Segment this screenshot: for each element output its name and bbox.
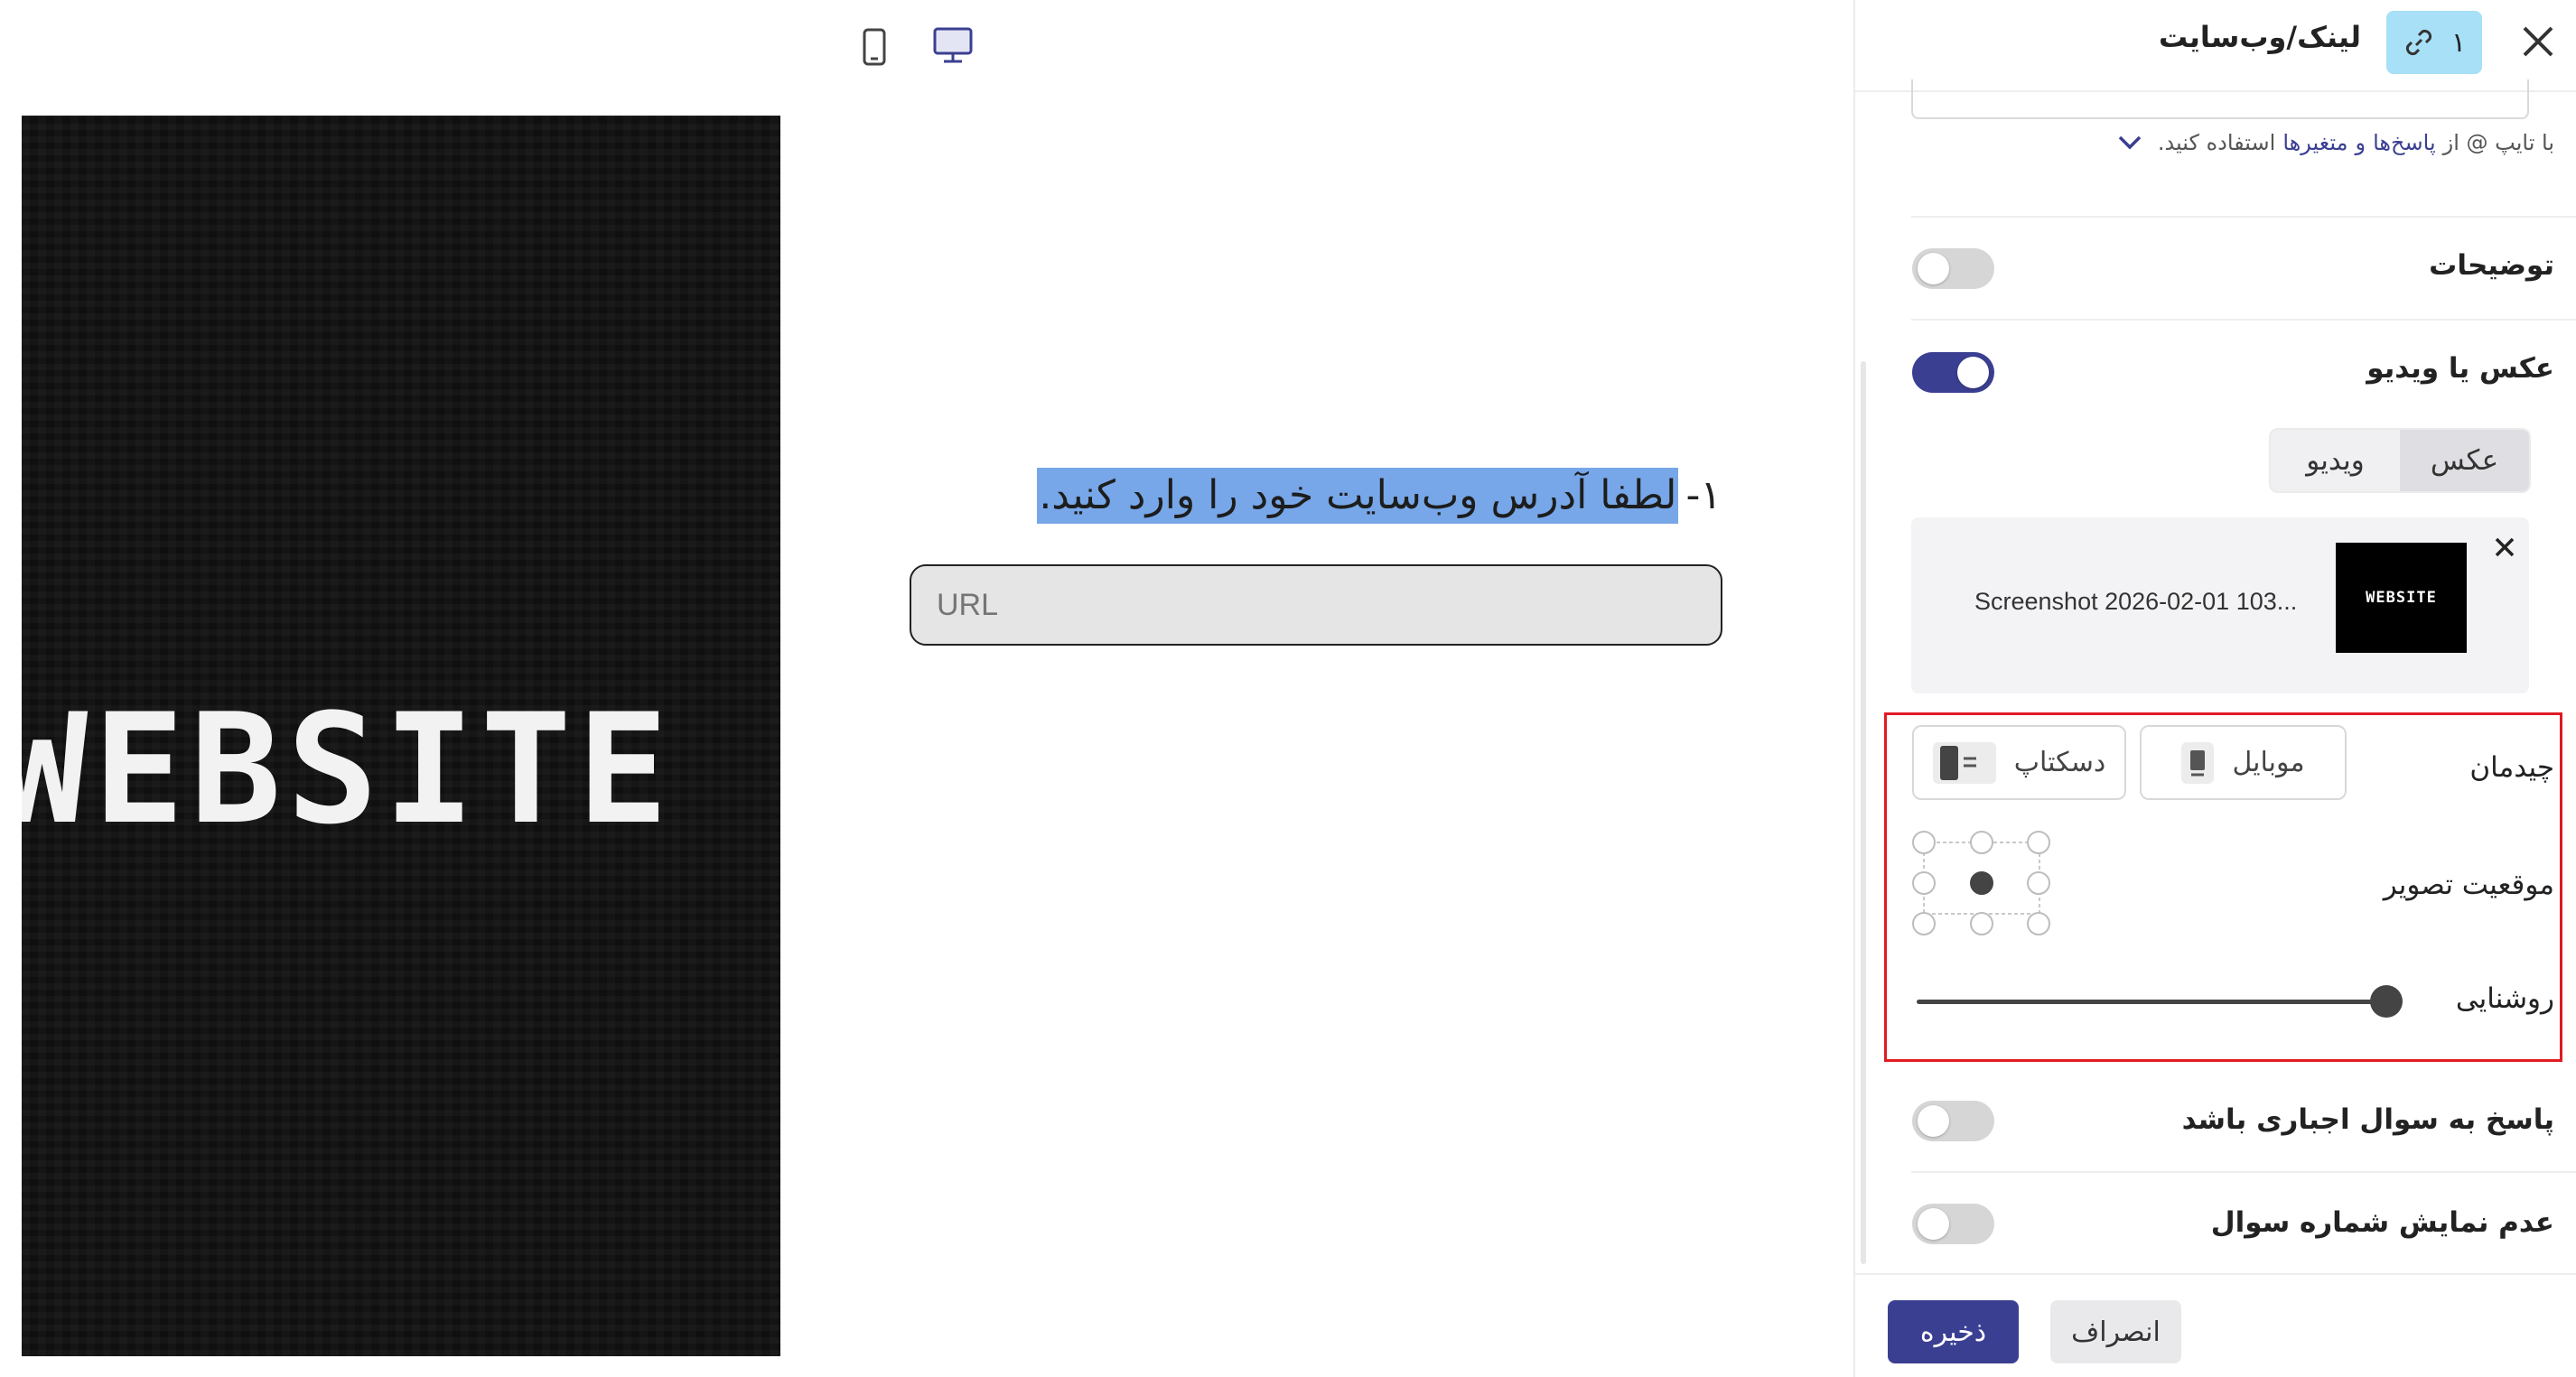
- file-thumbnail: WEBSITE: [2336, 543, 2467, 653]
- position-bottom-center[interactable]: [1970, 912, 1993, 935]
- image-position-grid: [1912, 831, 2052, 935]
- desktop-layout-icon: [1932, 741, 1996, 784]
- chevron-down-icon[interactable]: [2116, 134, 2143, 152]
- panel-title: لینک/وب‌سایت: [2158, 20, 2361, 54]
- hint-variables-link[interactable]: متغیرها: [2282, 130, 2347, 155]
- media-type-tabs: ویدیو عکس: [2269, 428, 2531, 493]
- tab-video[interactable]: ویدیو: [2271, 430, 2400, 491]
- hide-number-label: عدم نمایش شماره سوال: [2210, 1206, 2554, 1239]
- brightness-slider-handle[interactable]: [2370, 985, 2403, 1018]
- badge-number: ۱: [2450, 26, 2467, 59]
- hint-suffix: استفاده کنید.: [2157, 130, 2276, 155]
- hint-conjunction: و: [2355, 130, 2366, 155]
- brightness-slider-track[interactable]: [1917, 1000, 2386, 1004]
- required-toggle[interactable]: [1912, 1101, 1994, 1141]
- position-top-left[interactable]: [1912, 831, 1936, 854]
- desktop-icon: [933, 27, 973, 63]
- hint-prefix: با تایپ @ از: [2442, 130, 2554, 155]
- link-icon: [2405, 29, 2431, 56]
- position-middle-left[interactable]: [1912, 871, 1936, 895]
- position-middle-right[interactable]: [2027, 871, 2050, 895]
- layout-label: چیدمان: [2469, 751, 2554, 784]
- description-label: توضیحات: [2429, 249, 2554, 282]
- close-icon: [2495, 537, 2515, 557]
- mobile-preview-button[interactable]: [847, 20, 901, 74]
- brightness-label: روشنایی: [2455, 982, 2554, 1015]
- mobile-icon: [863, 28, 886, 66]
- question-number: ۱-: [1685, 472, 1722, 518]
- mobile-layout-icon: [2181, 741, 2215, 784]
- remove-file-button[interactable]: [2489, 532, 2520, 563]
- position-bottom-left[interactable]: [1912, 912, 1936, 935]
- layout-desktop-label: دسکتاپ: [2013, 747, 2106, 778]
- cancel-button[interactable]: انصراف: [2050, 1300, 2181, 1363]
- required-label: پاسخ به سوال اجباری باشد: [2181, 1103, 2554, 1136]
- footer-divider: [1855, 1273, 2576, 1275]
- media-label: عکس یا ویدیو: [2366, 352, 2554, 385]
- layout-desktop-button[interactable]: دسکتاپ: [1912, 725, 2126, 800]
- question-text[interactable]: لطفا آدرس وب‌سایت خود را وارد کنید.: [1037, 468, 1679, 524]
- variables-hint: با تایپ @ از پاسخ‌ها و متغیرها استفاده ک…: [2116, 130, 2554, 155]
- toggle-knob: [1918, 253, 1949, 284]
- toggle-knob: [1918, 1105, 1949, 1137]
- description-toggle[interactable]: [1912, 248, 1994, 289]
- uploaded-file-card: WEBSITE Screenshot 2026-02-01 103...: [1911, 517, 2529, 693]
- question-title: ۱- لطفا آدرس وب‌سایت خود را وارد کنید.: [1037, 468, 1722, 524]
- layout-mobile-button[interactable]: موبایل: [2140, 725, 2347, 800]
- image-position-label: موقعیت تصویر: [2383, 869, 2554, 901]
- divider: [1911, 319, 2576, 321]
- divider: [1911, 1171, 2576, 1173]
- question-text-field[interactable]: [1911, 79, 2529, 119]
- url-input[interactable]: [910, 564, 1722, 646]
- position-top-center[interactable]: [1970, 831, 1993, 854]
- divider: [1911, 216, 2576, 218]
- panel-scrollbar[interactable]: [1861, 361, 1866, 1264]
- toggle-knob: [1918, 1208, 1949, 1240]
- tab-image[interactable]: عکس: [2400, 430, 2529, 491]
- layout-mobile-label: موبایل: [2232, 747, 2305, 778]
- hide-number-toggle[interactable]: [1912, 1204, 1994, 1244]
- position-top-right[interactable]: [2027, 831, 2050, 854]
- desktop-preview-button[interactable]: [925, 18, 981, 72]
- question-background-image: WEBSITE: [22, 116, 780, 1356]
- hint-answers-link[interactable]: پاسخ‌ها: [2373, 130, 2436, 155]
- settings-panel: ۱ لینک/وب‌سایت با تایپ @ از پاسخ‌ها و مت…: [1853, 0, 2576, 1377]
- close-icon: [2523, 26, 2553, 57]
- file-name: Screenshot 2026-02-01 103...: [1974, 588, 2298, 615]
- position-center[interactable]: [1970, 871, 1993, 895]
- position-bottom-right[interactable]: [2027, 912, 2050, 935]
- media-toggle[interactable]: [1912, 352, 1994, 393]
- close-button[interactable]: [2516, 20, 2560, 63]
- toggle-knob: [1957, 357, 1989, 388]
- question-type-badge: ۱: [2386, 11, 2482, 74]
- image-word: WEBSITE: [22, 681, 675, 858]
- save-button[interactable]: ذخیره: [1888, 1300, 2019, 1363]
